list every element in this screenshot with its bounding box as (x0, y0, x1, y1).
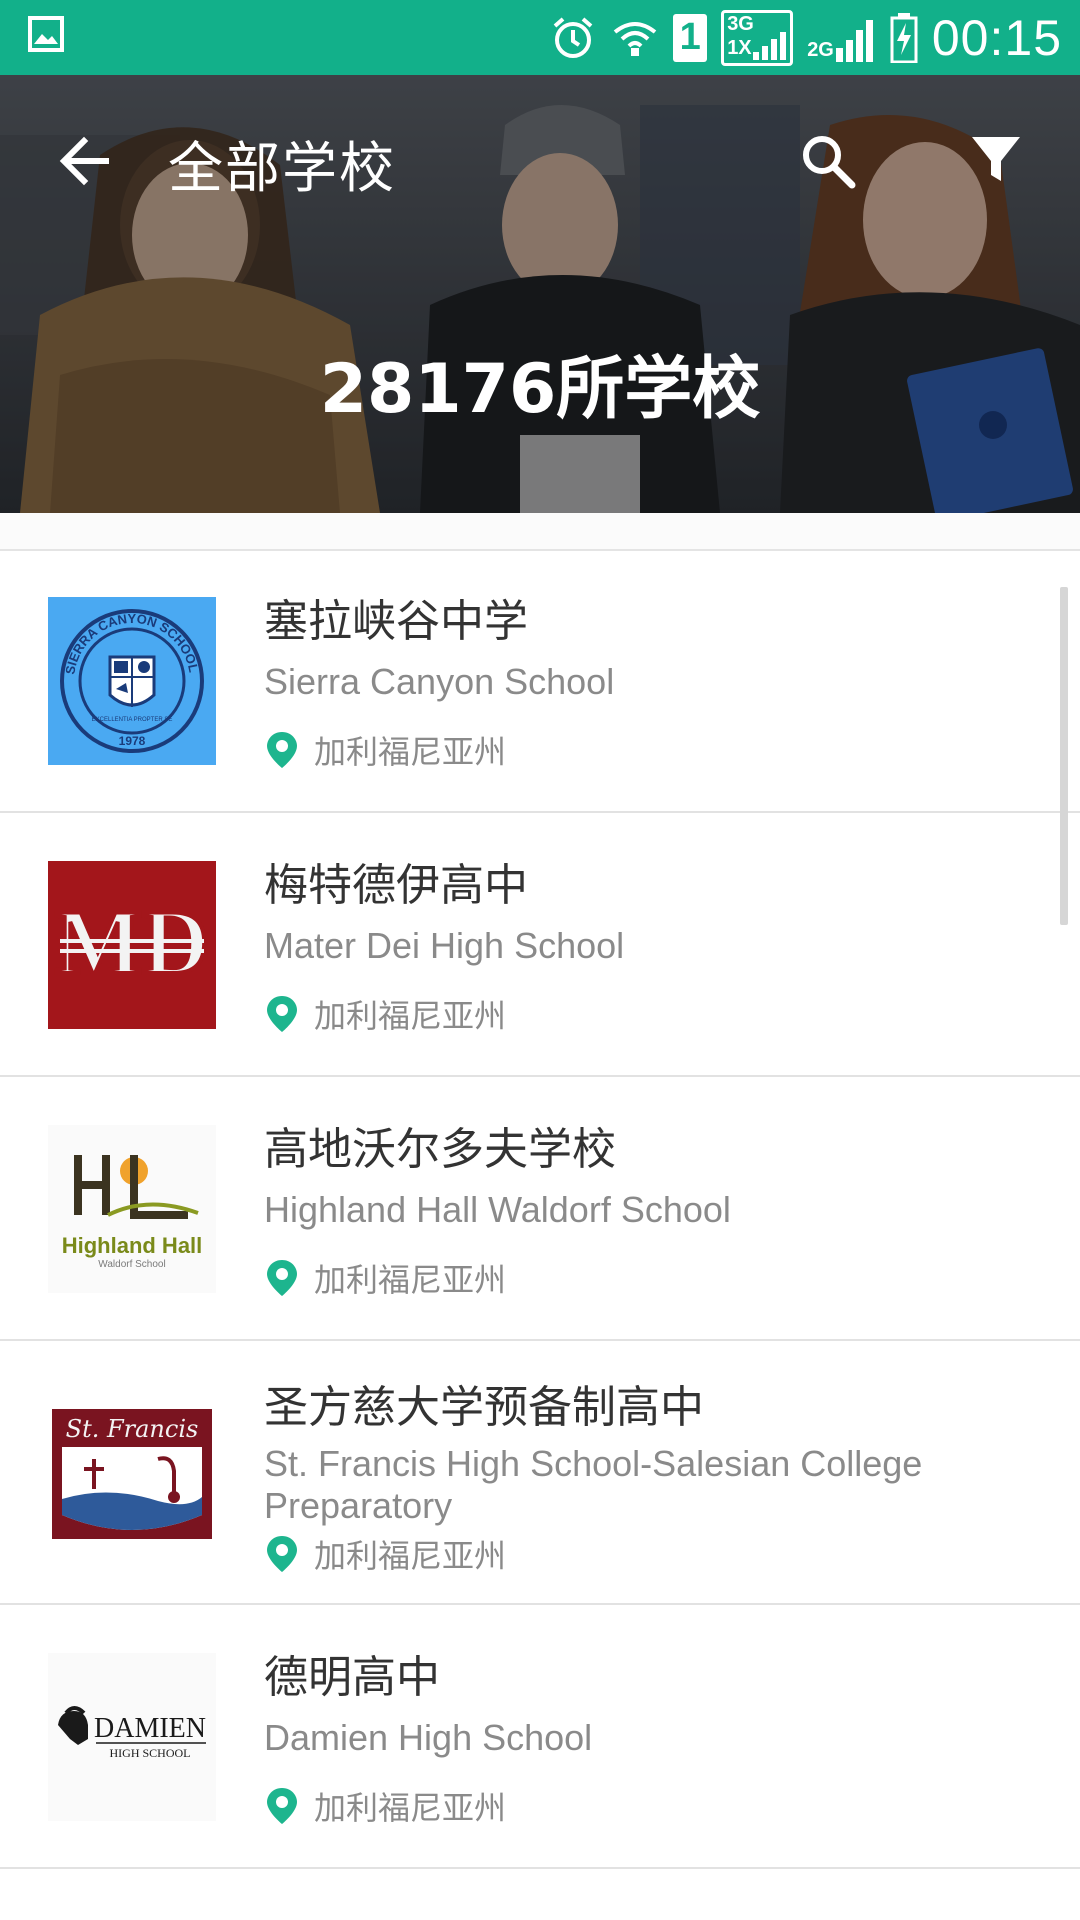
sim-slot-label: 1 (679, 15, 701, 58)
school-location: 加利福尼亚州 (264, 1531, 506, 1577)
network-2g-label: 2G (807, 38, 834, 61)
clock: 00:15 (931, 9, 1062, 66)
school-location: 加利福尼亚州 (264, 1783, 506, 1829)
logo-subtext: Waldorf School (98, 1259, 165, 1270)
location-text: 加利福尼亚州 (314, 733, 507, 771)
location-text: 加利福尼亚州 (314, 997, 507, 1035)
toolbar: 全部学校 (0, 75, 1080, 245)
logo-year: 1978 (119, 734, 146, 748)
location-text: 加利福尼亚州 (314, 1789, 507, 1827)
location-pin-icon (267, 1260, 297, 1296)
school-name-en: Mater Dei High School (264, 925, 625, 966)
school-logo: Highland Hall Waldorf School (48, 1125, 216, 1293)
school-row[interactable]: Highland Hall Waldorf School 高地沃尔多夫学校 Hi… (0, 1077, 1080, 1341)
school-logo: SIERRA CANYON SCHOOL EXCELLENTIA PROPTER… (48, 597, 216, 765)
back-arrow-icon[interactable] (56, 133, 112, 189)
network-1x-label: 1X (727, 36, 752, 59)
signal-3g-icon: 3G 1X (721, 9, 794, 66)
school-count: 28176所学校 (319, 350, 761, 429)
school-list: SIERRA CANYON SCHOOL EXCELLENTIA PROPTER… (0, 513, 1080, 1920)
school-row[interactable]: DAMIEN HIGH SCHOOL 德明高中 Damien High Scho… (0, 1605, 1080, 1869)
logo-text: Highland Hall (62, 1233, 203, 1258)
search-icon[interactable] (798, 131, 858, 191)
school-name-en: Damien High School (264, 1717, 593, 1758)
location-text: 加利福尼亚州 (314, 1261, 507, 1299)
list-divider (0, 513, 1080, 551)
location-pin-icon (267, 732, 297, 768)
school-name-cn: 圣方慈大学预备制高中 (264, 1382, 704, 1433)
school-row[interactable]: SIERRA CANYON SCHOOL EXCELLENTIA PROPTER… (0, 549, 1080, 813)
school-location: 加利福尼亚州 (264, 991, 506, 1037)
wifi-icon (613, 21, 657, 56)
school-name-en: St. Francis High School-Salesian College… (264, 1443, 923, 1526)
status-icons: 1 3G 1X 2G 00:15 (549, 0, 1062, 75)
location-pin-icon (267, 996, 297, 1032)
filter-icon[interactable] (968, 131, 1024, 187)
school-name-cn: 塞拉峡谷中学 (264, 596, 528, 647)
school-name-en: Sierra Canyon School (264, 661, 615, 702)
alarm-icon (553, 16, 593, 58)
sim-icon: 1 (673, 13, 708, 62)
school-row[interactable]: MD 梅特德伊高中 Mater Dei High School 加利福尼亚州 (0, 813, 1080, 1077)
image-icon (28, 16, 64, 52)
logo-text: DAMIEN (94, 1713, 206, 1744)
school-logo: DAMIEN HIGH SCHOOL (48, 1653, 216, 1821)
school-logo: St. Francis (48, 1389, 216, 1557)
school-name-en: Highland Hall Waldorf School (264, 1189, 731, 1230)
school-logo: MD (48, 861, 216, 1029)
battery-charging-icon (890, 12, 918, 63)
location-pin-icon (267, 1536, 297, 1572)
school-location: 加利福尼亚州 (264, 1255, 506, 1301)
status-bar: 1 3G 1X 2G 00:15 (0, 0, 1080, 75)
logo-subtext: HIGH SCHOOL (110, 1746, 191, 1760)
scrollbar[interactable] (1060, 587, 1068, 925)
logo-motto: EXCELLENTIA PROPTER SE (92, 717, 173, 723)
header-banner: 全部学校 28176所学校 (0, 75, 1080, 513)
signal-2g-icon: 2G (807, 14, 876, 62)
school-location: 加利福尼亚州 (264, 727, 506, 773)
page-title: 全部学校 (168, 136, 397, 200)
location-text: 加利福尼亚州 (314, 1537, 507, 1575)
location-pin-icon (267, 1788, 297, 1824)
school-row[interactable]: St. Francis 圣方慈大学预备制高中 St. Francis High … (0, 1341, 1080, 1605)
network-3g-label: 3G (727, 12, 754, 35)
school-name-cn: 高地沃尔多夫学校 (264, 1124, 616, 1175)
school-name-cn: 德明高中 (264, 1652, 440, 1703)
school-name-cn: 梅特德伊高中 (264, 860, 528, 911)
logo-text: St. Francis (66, 1415, 199, 1443)
